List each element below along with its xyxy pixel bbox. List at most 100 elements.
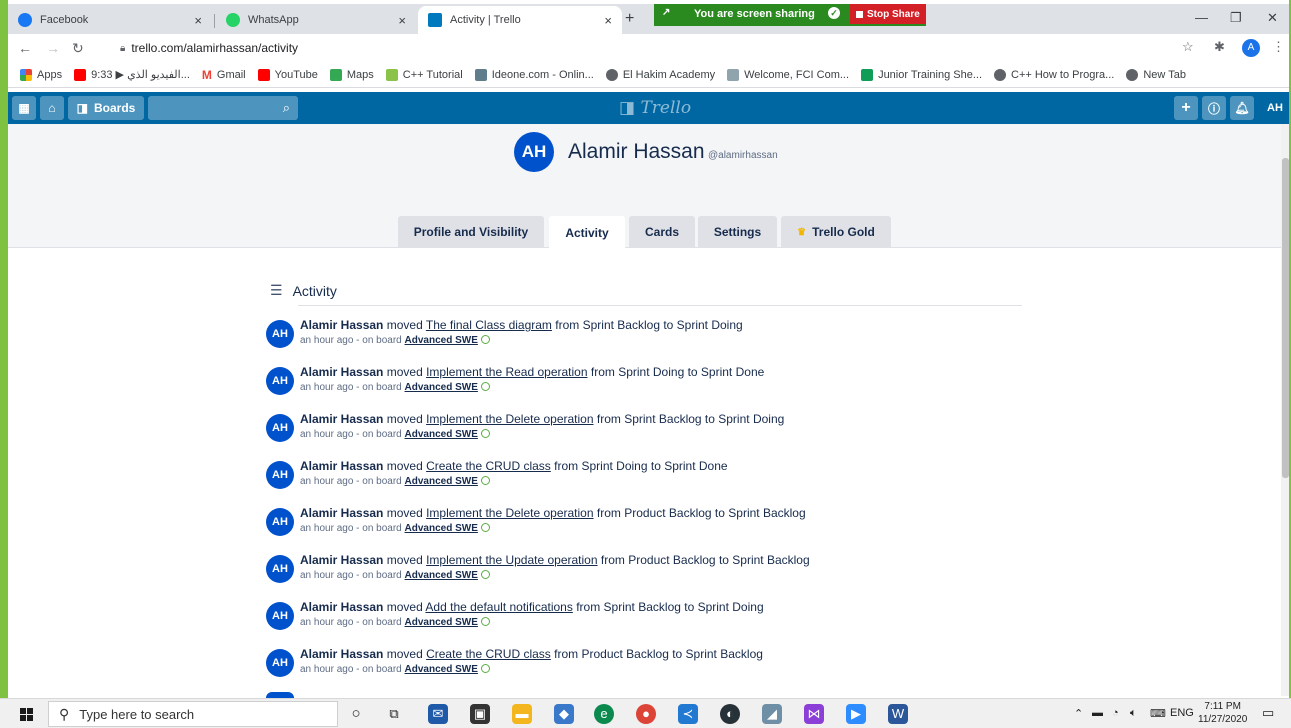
- tab-settings[interactable]: Settings: [698, 216, 777, 248]
- card-link[interactable]: Implement the Delete operation: [426, 412, 593, 426]
- windows-start-button[interactable]: [20, 708, 33, 721]
- wifi-icon[interactable]: ◔: [1112, 707, 1119, 719]
- home-button[interactable]: ⌂: [40, 96, 64, 120]
- edge-icon[interactable]: e: [594, 704, 614, 724]
- tab-profile-and-visibility[interactable]: Profile and Visibility: [398, 216, 544, 248]
- bookmark-new-tab[interactable]: New Tab: [1126, 68, 1186, 81]
- avatar[interactable]: AH: [266, 414, 294, 442]
- member-name[interactable]: Alamir Hassan: [300, 647, 383, 661]
- app-icon[interactable]: ◆: [554, 704, 574, 724]
- tab-cards[interactable]: Cards: [629, 216, 695, 248]
- trello-logo[interactable]: ◨ Trello: [619, 98, 691, 118]
- system-clock[interactable]: 7:11 PM 11/27/2020: [1198, 700, 1247, 726]
- avatar[interactable]: AH: [266, 555, 294, 583]
- bookmark-star-icon[interactable]: ☆: [1182, 39, 1194, 55]
- close-window-button[interactable]: ✕: [1267, 10, 1278, 26]
- tray-chevron-icon[interactable]: ⌃: [1074, 707, 1083, 720]
- apps-switcher-button[interactable]: ▦: [12, 96, 36, 120]
- mail-icon[interactable]: ✉: [428, 704, 448, 724]
- profile-avatar[interactable]: A: [1242, 39, 1260, 57]
- task-view-icon[interactable]: ⧉: [384, 704, 404, 724]
- avatar[interactable]: AH: [266, 649, 294, 677]
- card-link[interactable]: Implement the Delete operation: [426, 506, 593, 520]
- reload-icon[interactable]: ↻: [72, 40, 84, 57]
- avatar[interactable]: AH: [266, 602, 294, 630]
- avatar[interactable]: AH: [266, 367, 294, 395]
- back-icon[interactable]: ←: [18, 40, 32, 56]
- notification-center-icon[interactable]: ▭: [1262, 705, 1274, 721]
- card-link[interactable]: Add the default notifications: [425, 600, 572, 614]
- close-icon[interactable]: ×: [194, 13, 202, 28]
- board-link[interactable]: Advanced SWE: [405, 335, 478, 346]
- board-link[interactable]: Advanced SWE: [405, 664, 478, 675]
- taskbar-search-box[interactable]: ⚲ Type here to search: [48, 701, 338, 727]
- zoom-icon[interactable]: ▶: [846, 704, 866, 724]
- file-explorer-icon[interactable]: ▬: [512, 704, 532, 724]
- bookmark-cpp-tutorial[interactable]: C++ Tutorial: [385, 68, 463, 81]
- forward-icon[interactable]: →: [46, 40, 60, 56]
- keyboard-icon[interactable]: ⌨: [1150, 707, 1166, 720]
- notifications-button[interactable]: 🔔︎: [1230, 96, 1254, 120]
- member-avatar-button[interactable]: AH: [1267, 96, 1289, 120]
- member-name[interactable]: Alamir Hassan: [300, 365, 383, 379]
- member-name[interactable]: Alamir Hassan: [300, 459, 383, 473]
- battery-icon[interactable]: ▬: [1092, 707, 1103, 719]
- card-link[interactable]: The final Class diagram: [426, 318, 552, 332]
- scrollbar-thumb[interactable]: [1282, 158, 1289, 478]
- boards-button[interactable]: ◨ Boards: [68, 96, 144, 120]
- member-name[interactable]: Alamir Hassan: [300, 553, 383, 567]
- app-icon[interactable]: ◢: [762, 704, 782, 724]
- member-name[interactable]: Alamir Hassan: [300, 318, 383, 332]
- board-link[interactable]: Advanced SWE: [405, 523, 478, 534]
- vscode-icon[interactable]: ≺: [678, 704, 698, 724]
- search-input[interactable]: ⌕: [148, 96, 298, 120]
- bookmark-ideone[interactable]: Ideone.com - Onlin...: [474, 68, 594, 81]
- avatar[interactable]: AH: [266, 320, 294, 348]
- store-icon[interactable]: ▣: [470, 704, 490, 724]
- member-name[interactable]: Alamir Hassan: [300, 506, 383, 520]
- avatar[interactable]: AH: [266, 508, 294, 536]
- bookmark-maps[interactable]: Maps: [329, 68, 374, 81]
- maximize-button[interactable]: ❐: [1230, 10, 1242, 26]
- word-icon[interactable]: W: [888, 704, 908, 724]
- volume-icon[interactable]: 🔈︎: [1130, 707, 1137, 720]
- new-tab-button[interactable]: +: [625, 10, 634, 28]
- board-link[interactable]: Advanced SWE: [405, 429, 478, 440]
- card-link[interactable]: Implement the Update operation: [426, 553, 597, 567]
- stop-share-button[interactable]: Stop Share: [850, 4, 926, 24]
- app-icon[interactable]: ◐: [720, 704, 740, 724]
- bookmark-fci[interactable]: Welcome, FCI Com...: [727, 68, 849, 81]
- menu-icon[interactable]: ⋮: [1272, 39, 1285, 55]
- tab-trello-gold[interactable]: ♛ Trello Gold: [781, 216, 891, 248]
- card-link[interactable]: Create the CRUD class: [426, 647, 551, 661]
- board-link[interactable]: Advanced SWE: [405, 570, 478, 581]
- card-link[interactable]: Implement the Read operation: [426, 365, 587, 379]
- tab-whatsapp[interactable]: WhatsApp ×: [216, 6, 416, 34]
- close-icon[interactable]: ×: [398, 13, 406, 28]
- chrome-icon[interactable]: ●: [636, 704, 656, 724]
- board-link[interactable]: Advanced SWE: [405, 476, 478, 487]
- tab-activity[interactable]: Activity: [549, 216, 625, 249]
- language-indicator[interactable]: ENG: [1170, 707, 1194, 719]
- bookmark-el-hakim[interactable]: El Hakim Academy: [605, 68, 715, 81]
- avatar[interactable]: AH: [266, 461, 294, 489]
- card-link[interactable]: Create the CRUD class: [426, 459, 551, 473]
- bookmark-youtube-video[interactable]: 9:33 ▶ الفيديو الذي...: [74, 68, 190, 81]
- extensions-icon[interactable]: ✱: [1214, 39, 1225, 55]
- board-link[interactable]: Advanced SWE: [405, 617, 478, 628]
- bookmark-junior-training[interactable]: Junior Training She...: [861, 68, 982, 81]
- bookmark-youtube[interactable]: YouTube: [257, 68, 318, 81]
- minimize-button[interactable]: —: [1195, 10, 1208, 25]
- url-field[interactable]: 🔒︎ trello.com/alamirhassan/activity: [120, 37, 1200, 59]
- tab-facebook[interactable]: Facebook ×: [8, 6, 212, 34]
- profile-avatar-large[interactable]: AH: [514, 132, 554, 172]
- board-link[interactable]: Advanced SWE: [405, 382, 478, 393]
- create-button[interactable]: +: [1174, 96, 1198, 120]
- tab-activity-trello[interactable]: Activity | Trello ×: [418, 6, 622, 34]
- cortana-icon[interactable]: ○: [346, 704, 366, 724]
- info-button[interactable]: ⓘ: [1202, 96, 1226, 120]
- bookmark-apps[interactable]: Apps: [20, 68, 62, 81]
- member-name[interactable]: Alamir Hassan: [300, 412, 383, 426]
- close-icon[interactable]: ×: [604, 13, 612, 28]
- bookmark-gmail[interactable]: M Gmail: [202, 68, 246, 82]
